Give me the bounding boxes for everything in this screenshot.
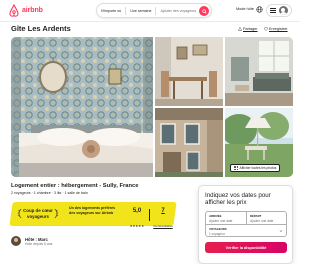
photo-living-room[interactable] (225, 37, 293, 106)
laurel-right-icon (54, 209, 59, 218)
save-button[interactable]: Enregistrer (264, 27, 288, 31)
guests-label: VOYAGEURS (209, 227, 227, 231)
departure-date-field[interactable]: DÉPART Ajouter une date (247, 212, 287, 225)
arrival-label: ARRIVÉE (209, 214, 222, 218)
host-text: Hôte : Marc Hôte depuis 6 ans (25, 237, 52, 246)
share-button[interactable]: Partager (238, 27, 258, 31)
reviews-count: 7 (161, 208, 165, 214)
photo-house-exterior[interactable] (155, 108, 223, 177)
menu-icon (270, 8, 277, 13)
listing-subtitle: Logement entier : hébergement - Sully, F… (11, 183, 139, 189)
airbnb-logo[interactable]: airbnb (8, 4, 43, 17)
departure-label: DÉPART (250, 214, 262, 218)
heart-icon (264, 27, 268, 31)
reviews-link[interactable]: 7 Commentaires (151, 208, 175, 232)
listing-details: 2 voyageurs · 1 chambre · 3 lits · 1 sal… (11, 191, 88, 195)
bedroom-photo-image (11, 37, 153, 177)
booking-title: Indiquez vos dates pour afficher les pri… (205, 192, 271, 207)
guests-value: 1 voyageur (209, 231, 225, 236)
show-all-photos-label: Afficher toutes les photos (239, 166, 277, 170)
photo-dining-room[interactable] (155, 37, 223, 106)
search-location[interactable]: N'importe où (97, 9, 125, 13)
share-icon (238, 27, 242, 31)
laurel-left-icon (17, 209, 22, 218)
departure-value: Ajouter une date (250, 218, 274, 223)
profile-menu-button[interactable] (266, 4, 292, 17)
check-availability-button[interactable]: Vérifier la disponibilité (205, 242, 287, 253)
photo-gallery (11, 37, 293, 177)
show-all-photos-button[interactable]: Afficher toutes les photos (230, 164, 281, 172)
rating-stars: ★★★★★ (129, 224, 145, 228)
host-mode-link[interactable]: Mode hôte (236, 7, 254, 11)
search-week[interactable]: Une semaine (126, 9, 155, 13)
booking-form: ARRIVÉE Ajouter une date DÉPART Ajouter … (205, 211, 287, 237)
chevron-down-icon (279, 230, 283, 232)
booking-card: Indiquez vos dates pour afficher les pri… (198, 185, 293, 264)
grid-icon (234, 166, 238, 170)
rating-value: 5,0 (132, 208, 142, 214)
rating-summary: 5,0 ★★★★★ (126, 208, 148, 232)
airbnb-logo-icon (9, 4, 19, 17)
search-bar[interactable]: N'importe où Une semaine Ajouter des voy… (96, 3, 212, 18)
reviews-label: Commentaires (153, 224, 173, 228)
host-avatar[interactable] (11, 236, 21, 246)
guest-favorite-banner: Coup de cœur voyageurs Un des logements … (9, 200, 177, 228)
main-photo-bedroom[interactable] (11, 37, 153, 177)
guests-selector[interactable]: VOYAGEURS 1 voyageur (206, 225, 287, 237)
top-header: airbnb N'importe où Une semaine Ajouter … (0, 0, 300, 22)
save-label: Enregistrer (269, 27, 288, 31)
page-title: Gîte Les Ardents (11, 24, 71, 33)
search-icon (201, 8, 207, 14)
user-avatar-icon (278, 6, 288, 15)
globe-icon[interactable] (256, 6, 263, 13)
share-label: Partager (243, 27, 258, 31)
highlight-divider (149, 209, 150, 221)
guest-favorite-description: Un des logements préférés des voyageurs … (69, 206, 116, 215)
guest-favorite-badge: Coup de cœur voyageurs (17, 208, 59, 219)
guest-favorite-label: Coup de cœur voyageurs (23, 208, 53, 219)
dining-photo-image (155, 37, 223, 106)
host-info: Hôte : Marc Hôte depuis 6 ans (11, 236, 52, 246)
search-guests[interactable]: Ajouter des voyageurs (156, 9, 200, 13)
living-photo-image (225, 37, 293, 106)
search-button[interactable] (199, 6, 209, 16)
arrival-value: Ajouter une date (209, 218, 233, 223)
host-since: Hôte depuis 6 ans (25, 241, 53, 246)
exterior-photo-image (155, 108, 223, 177)
arrival-date-field[interactable]: ARRIVÉE Ajouter une date (206, 212, 247, 225)
logo-text: airbnb (22, 7, 43, 14)
